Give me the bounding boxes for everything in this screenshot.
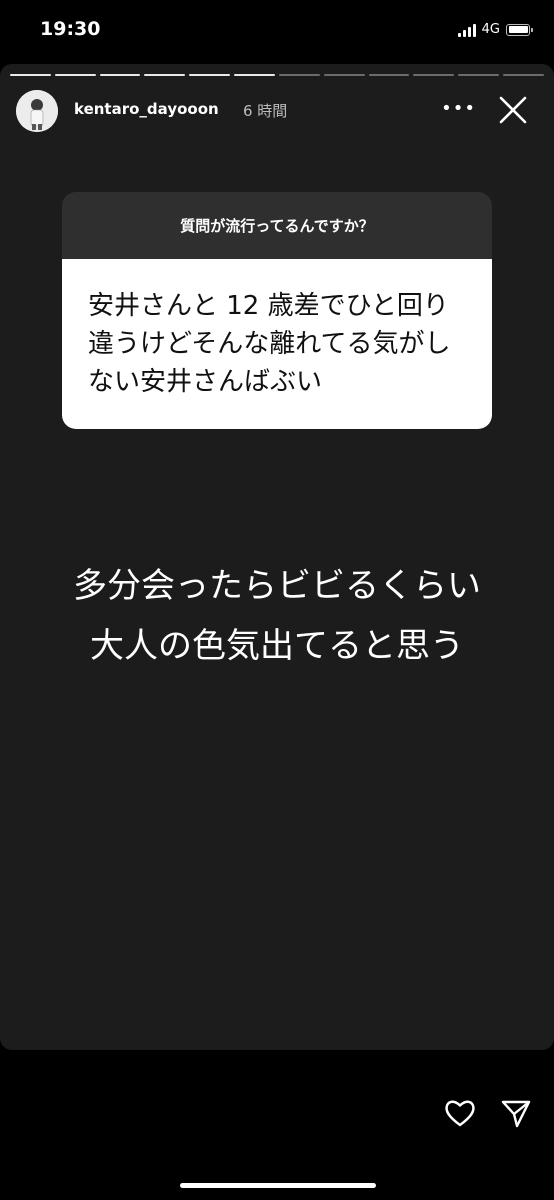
status-time: 19:30 (40, 18, 101, 40)
progress-segment (144, 74, 186, 76)
progress-segment (278, 74, 320, 76)
progress-segment (323, 74, 365, 76)
story-card[interactable]: kentaro_dayooon 6 時間 ••• 質問が流行ってるんですか？ 安… (0, 64, 554, 1050)
heart-icon[interactable] (443, 1096, 477, 1130)
battery-icon (506, 23, 533, 36)
network-type: 4G (481, 22, 500, 37)
progress-segment (458, 74, 500, 76)
story-header: kentaro_dayooon 6 時間 ••• (16, 90, 544, 132)
progress-segment (368, 74, 410, 76)
cellular-signal-icon (457, 23, 476, 37)
avatar-photo (16, 90, 58, 132)
progress-segment (54, 74, 96, 76)
progress-segment (503, 74, 544, 76)
avatar[interactable] (16, 90, 58, 132)
story-time-ago: 6 時間 (243, 102, 288, 120)
close-icon[interactable] (496, 93, 530, 127)
story-progress-bar (10, 74, 544, 76)
story-username[interactable]: kentaro_dayooon (74, 100, 219, 118)
caption-line: 多分会ったらビビるくらい (73, 566, 481, 606)
caption-line: 大人の色気出てると思う (90, 626, 464, 666)
question-answer-box: 安井さんと 12 歳差でひと回り違うけどそんな離れてる気がしない安井さんばぶい (62, 259, 492, 429)
progress-segment (99, 74, 141, 76)
question-answer: 安井さんと 12 歳差でひと回り違うけどそんな離れてる気がしない安井さんばぶい (88, 291, 451, 397)
phone-screen: 19:30 4G kentaro_dayooon 6 時間 ••• 質問が流行っ… (0, 0, 554, 1200)
more-options-icon[interactable]: ••• (441, 98, 476, 119)
progress-segment (10, 74, 51, 76)
status-indicators: 4G (457, 22, 533, 37)
progress-segment (189, 74, 231, 76)
home-indicator[interactable] (180, 1183, 376, 1188)
progress-segment (234, 74, 275, 76)
send-icon[interactable] (500, 1097, 532, 1129)
progress-segment (413, 74, 455, 76)
story-caption: 多分会ったらビビるくらい 大人の色気出てると思う (0, 556, 554, 676)
question-sticker: 質問が流行ってるんですか？ 安井さんと 12 歳差でひと回り違うけどそんな離れて… (62, 192, 492, 429)
question-prompt: 質問が流行ってるんですか？ (62, 192, 492, 259)
